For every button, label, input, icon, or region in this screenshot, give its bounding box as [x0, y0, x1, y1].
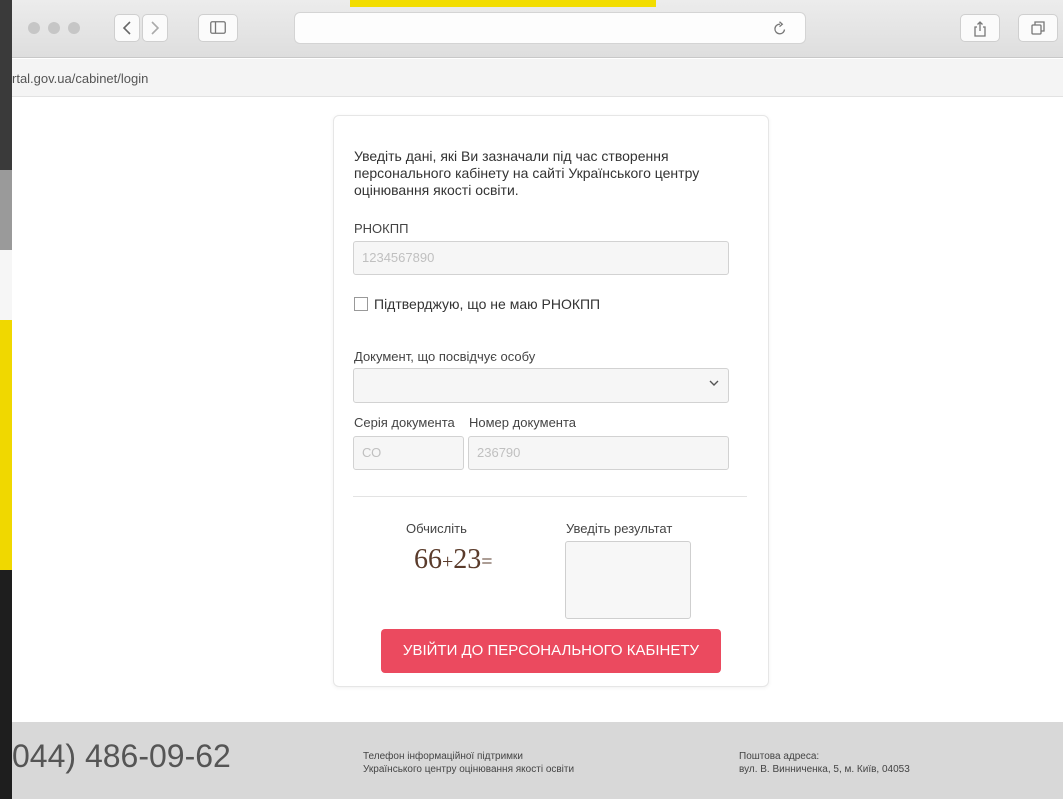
- share-button[interactable]: [960, 14, 1000, 42]
- forward-button[interactable]: [142, 14, 168, 42]
- login-button[interactable]: УВІЙТИ ДО ПЕРСОНАЛЬНОГО КАБІНЕТУ: [381, 629, 721, 673]
- rnokpp-input[interactable]: 1234567890: [353, 241, 729, 275]
- tabs-overview-button[interactable]: [1018, 14, 1058, 42]
- form-divider: [353, 496, 747, 497]
- address-bar[interactable]: [294, 12, 806, 44]
- postal-address: Поштова адреса: вул. В. Винниченка, 5, м…: [739, 751, 910, 775]
- document-series-placeholder: СО: [362, 445, 382, 460]
- sidebar-button[interactable]: [198, 14, 238, 42]
- tabs-icon: [1031, 21, 1045, 35]
- rnokpp-label: РНОКПП: [354, 221, 409, 236]
- background-window-edge: [0, 0, 12, 799]
- captcha-result-input[interactable]: [565, 541, 691, 619]
- page-url[interactable]: rtal.gov.ua/cabinet/login: [12, 71, 148, 86]
- back-button[interactable]: [114, 14, 140, 42]
- rnokpp-placeholder: 1234567890: [362, 250, 435, 265]
- minimize-window-button[interactable]: [48, 22, 60, 34]
- support-phone: 044) 486-09-62: [12, 738, 231, 774]
- url-strip: rtal.gov.ua/cabinet/login: [12, 59, 1063, 97]
- chevron-left-icon: [122, 21, 131, 35]
- chevron-down-icon: [709, 380, 719, 386]
- document-type-select[interactable]: [353, 368, 729, 403]
- document-series-label: Серія документа: [354, 415, 455, 430]
- document-number-label: Номер документа: [469, 415, 577, 430]
- no-rnokpp-checkbox[interactable]: [354, 297, 368, 311]
- sidebar-icon: [210, 21, 226, 34]
- close-window-button[interactable]: [28, 22, 40, 34]
- zoom-window-button[interactable]: [68, 22, 80, 34]
- document-number-placeholder: 236790: [477, 445, 521, 460]
- document-type-label: Документ, що посвідчує особу: [354, 349, 536, 364]
- chevron-right-icon: [151, 21, 160, 35]
- document-series-input[interactable]: СО: [353, 436, 464, 470]
- no-rnokpp-label[interactable]: Підтверджую, що не маю РНОКПП: [374, 296, 600, 312]
- captcha-image: 66+23=: [414, 544, 493, 575]
- page-footer: 044) 486-09-62 Телефон інформаційної під…: [12, 722, 1063, 799]
- captcha-label: Обчисліть: [406, 521, 467, 536]
- screen: rtal.gov.ua/cabinet/login Уведіть дані, …: [0, 0, 1063, 799]
- support-description: Телефон інформаційної підтримки Українсь…: [363, 751, 575, 775]
- reload-icon[interactable]: [773, 21, 787, 36]
- share-icon: [974, 21, 986, 37]
- form-intro-text: Уведіть дані, які Ви зазначали під час с…: [354, 148, 700, 198]
- document-number-input[interactable]: 236790: [468, 436, 729, 470]
- login-card: Уведіть дані, які Ви зазначали під час с…: [333, 115, 769, 687]
- browser-toolbar: [12, 0, 1063, 58]
- captcha-result-label: Уведіть результат: [566, 521, 673, 536]
- page-top-banner: [350, 0, 656, 7]
